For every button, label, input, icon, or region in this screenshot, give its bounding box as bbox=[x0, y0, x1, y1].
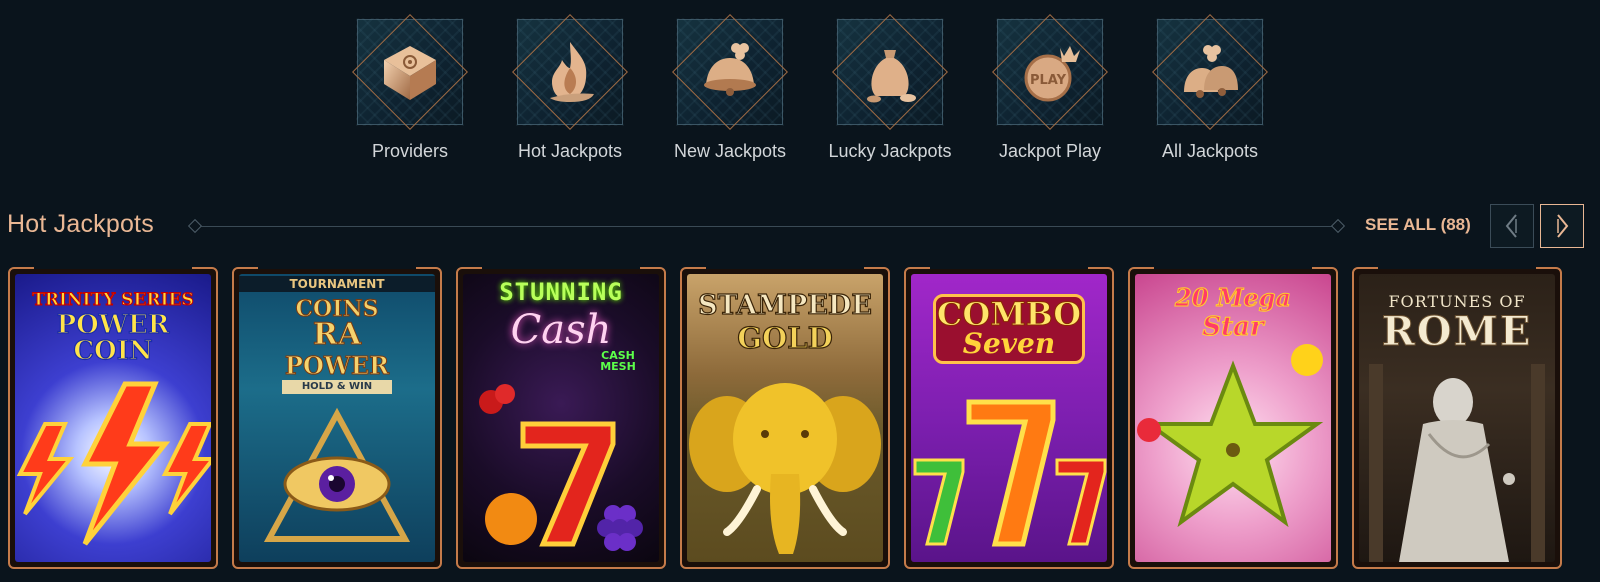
category-label: New Jackpots bbox=[673, 141, 787, 161]
roman-statue-icon bbox=[1369, 364, 1545, 562]
game-thumbnail: STUNNING Cash CASH MESH bbox=[463, 274, 659, 562]
category-jackpot-play[interactable]: PLAY Jackpot Play bbox=[970, 12, 1130, 163]
game-thumbnail: FORTUNES OF ROME bbox=[1359, 274, 1555, 562]
game-thumbnail: TOURNAMENT COINS RA POWER HOLD & WIN bbox=[239, 274, 435, 562]
game-thumbnail: STAMPEDE GOLD bbox=[687, 274, 883, 562]
game-card-fortunes-of-rome[interactable]: FORTUNES OF ROME bbox=[1352, 266, 1562, 569]
category-nav: Providers Hot Jackpots New Jackpots Luck… bbox=[330, 12, 1290, 163]
chevron-right-icon bbox=[1557, 214, 1569, 238]
game-thumbnail: COMBO Seven bbox=[911, 274, 1107, 562]
category-all-jackpots[interactable]: All Jackpots bbox=[1130, 12, 1290, 163]
category-providers[interactable]: Providers bbox=[330, 12, 490, 163]
divider-diamond bbox=[187, 218, 203, 234]
lucky-seven-icon bbox=[479, 384, 643, 551]
game-card-stunning-cash[interactable]: STUNNING Cash CASH MESH bbox=[456, 266, 666, 569]
next-button[interactable] bbox=[1540, 204, 1584, 248]
game-thumbnail: 20 Mega Star bbox=[1135, 274, 1331, 562]
category-label: Jackpot Play bbox=[998, 141, 1102, 161]
game-card-power-coin[interactable]: TRINITY SERIES POWER COIN bbox=[8, 266, 218, 569]
lightning-bolt-icon bbox=[16, 381, 211, 546]
bell-clover-icon bbox=[704, 43, 756, 96]
triple-seven-icon bbox=[913, 399, 1107, 547]
game-card-combo-seven[interactable]: COMBO Seven bbox=[904, 266, 1114, 569]
chevron-left-icon bbox=[1505, 214, 1517, 238]
game-card-20-mega-star[interactable]: 20 Mega Star bbox=[1128, 266, 1338, 569]
category-new-jackpots[interactable]: New Jackpots bbox=[650, 12, 810, 163]
prev-button[interactable] bbox=[1490, 204, 1534, 248]
bells-icon bbox=[1184, 45, 1238, 98]
category-tile bbox=[512, 14, 628, 130]
play-coin-icon: PLAY bbox=[1024, 46, 1080, 102]
section-header: Hot Jackpots SEE ALL (88) bbox=[0, 204, 1600, 248]
game-carousel: TRINITY SERIES POWER COIN TOURNAMENT COI… bbox=[8, 266, 1562, 569]
game-card-coins-of-ra[interactable]: TOURNAMENT COINS RA POWER HOLD & WIN bbox=[232, 266, 442, 569]
eye-of-ra-icon bbox=[263, 407, 411, 542]
svg-text:PLAY: PLAY bbox=[1030, 73, 1067, 88]
category-tile bbox=[1152, 14, 1268, 130]
star-fruit-icon bbox=[1137, 344, 1324, 528]
category-label: Providers bbox=[371, 141, 449, 161]
category-label: Lucky Jackpots bbox=[828, 141, 952, 161]
money-bag-icon bbox=[867, 50, 916, 103]
category-tile bbox=[832, 14, 948, 130]
book-icon bbox=[384, 46, 436, 100]
category-tile: PLAY bbox=[992, 14, 1108, 130]
category-lucky-jackpots[interactable]: Lucky Jackpots bbox=[810, 12, 970, 163]
elephant-icon bbox=[689, 383, 881, 554]
flame-icon bbox=[550, 42, 594, 102]
see-all-link[interactable]: SEE ALL (88) bbox=[1365, 215, 1471, 235]
category-label: Hot Jackpots bbox=[517, 141, 623, 161]
category-tile bbox=[352, 14, 468, 130]
divider-diamond bbox=[1330, 218, 1346, 234]
category-tile bbox=[672, 14, 788, 130]
category-hot-jackpots[interactable]: Hot Jackpots bbox=[490, 12, 650, 163]
section-title: Hot Jackpots bbox=[7, 210, 154, 238]
category-label: All Jackpots bbox=[1161, 141, 1259, 161]
game-thumbnail: TRINITY SERIES POWER COIN bbox=[15, 274, 211, 562]
divider-line bbox=[196, 226, 1338, 227]
game-card-stampede-gold[interactable]: STAMPEDE GOLD bbox=[680, 266, 890, 569]
